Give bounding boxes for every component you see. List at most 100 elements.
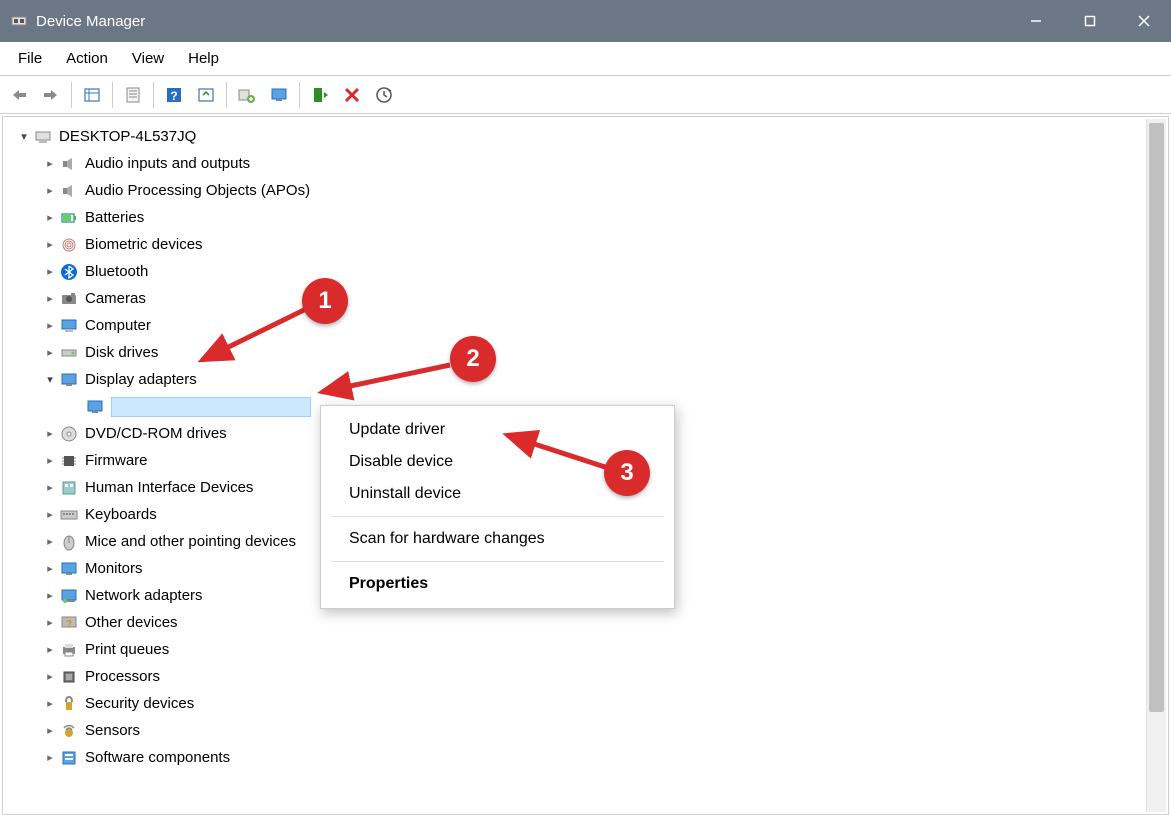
- camera-icon: [59, 289, 79, 309]
- tree-item-processors[interactable]: ▸Processors: [15, 663, 1168, 690]
- speaker-icon: [59, 154, 79, 174]
- root-label: DESKTOP-4L537JQ: [59, 128, 196, 145]
- ctx-update-driver[interactable]: Update driver: [321, 414, 674, 446]
- toolbar-separator: [299, 82, 300, 108]
- chevron-down-icon[interactable]: ▾: [41, 371, 59, 389]
- tree-item-label: Disk drives: [85, 344, 158, 361]
- chevron-down-icon[interactable]: ▾: [15, 128, 33, 146]
- vertical-scrollbar[interactable]: [1146, 119, 1166, 812]
- forward-button[interactable]: [36, 80, 66, 110]
- action-button[interactable]: [191, 80, 221, 110]
- software-icon: [59, 748, 79, 768]
- update-driver-button[interactable]: [232, 80, 262, 110]
- enable-button[interactable]: [305, 80, 335, 110]
- tree-item-print-queues[interactable]: ▸Print queues: [15, 636, 1168, 663]
- chevron-right-icon[interactable]: ▸: [41, 317, 59, 335]
- uninstall-button[interactable]: [337, 80, 367, 110]
- chevron-right-icon[interactable]: ▸: [41, 668, 59, 686]
- tree-item-biometric-devices[interactable]: ▸ Biometric devices: [15, 231, 1168, 258]
- chevron-right-icon[interactable]: ▸: [41, 290, 59, 308]
- tree-item-label: Security devices: [85, 695, 194, 712]
- tree-item-batteries[interactable]: ▸ Batteries: [15, 204, 1168, 231]
- chevron-right-icon[interactable]: ▸: [41, 587, 59, 605]
- sensor-icon: [59, 721, 79, 741]
- tree-item-audio-inputs-and-outputs[interactable]: ▸ Audio inputs and outputs: [15, 150, 1168, 177]
- tree-item-label: Audio inputs and outputs: [85, 155, 250, 172]
- show-hidden-button[interactable]: [77, 80, 107, 110]
- context-menu: Update driver Disable device Uninstall d…: [320, 405, 675, 609]
- tree-item-label: Audio Processing Objects (APOs): [85, 182, 310, 199]
- cpu-icon: [59, 667, 79, 687]
- ctx-scan-hardware[interactable]: Scan for hardware changes: [321, 523, 674, 555]
- selected-device-label: [111, 397, 311, 417]
- toolbar-separator: [71, 82, 72, 108]
- scan-button[interactable]: [369, 80, 399, 110]
- network-icon: [59, 586, 79, 606]
- help-button[interactable]: ?: [159, 80, 189, 110]
- chevron-right-icon[interactable]: ▸: [41, 506, 59, 524]
- chevron-right-icon[interactable]: ▸: [41, 560, 59, 578]
- bluetooth-icon: [59, 262, 79, 282]
- menubar: File Action View Help: [0, 42, 1171, 76]
- tree-item-label: Computer: [85, 317, 151, 334]
- tree-item-label: Bluetooth: [85, 263, 148, 280]
- menu-file[interactable]: File: [6, 44, 54, 73]
- tree-item-cameras[interactable]: ▸Cameras: [15, 285, 1168, 312]
- tree-item-label: Other devices: [85, 614, 178, 631]
- disable-button[interactable]: [264, 80, 294, 110]
- tree-item-audio-processing-objects-apos-[interactable]: ▸ Audio Processing Objects (APOs): [15, 177, 1168, 204]
- mouse-icon: [59, 532, 79, 552]
- chevron-right-icon[interactable]: ▸: [41, 344, 59, 362]
- toolbar-separator: [112, 82, 113, 108]
- chevron-right-icon[interactable]: ▸: [41, 155, 59, 173]
- tree-item-other-devices[interactable]: ▸? Other devices: [15, 609, 1168, 636]
- maximize-button[interactable]: [1063, 0, 1117, 42]
- chevron-right-icon[interactable]: ▸: [41, 479, 59, 497]
- chevron-right-icon[interactable]: ▸: [41, 236, 59, 254]
- annotation-badge-1: 1: [302, 278, 348, 324]
- minimize-button[interactable]: [1009, 0, 1063, 42]
- tree-item-display-adapters[interactable]: ▾ Display adapters: [15, 366, 1168, 393]
- svg-text:?: ?: [66, 619, 72, 630]
- chevron-right-icon[interactable]: ▸: [41, 614, 59, 632]
- chevron-right-icon[interactable]: ▸: [41, 533, 59, 551]
- tree-item-software-components[interactable]: ▸Software components: [15, 744, 1168, 771]
- chevron-right-icon[interactable]: ▸: [41, 182, 59, 200]
- tree-item-disk-drives[interactable]: ▸ Disk drives: [15, 339, 1168, 366]
- menu-action[interactable]: Action: [54, 44, 120, 73]
- annotation-badge-2: 2: [450, 336, 496, 382]
- close-button[interactable]: [1117, 0, 1171, 42]
- tree-item-label: Batteries: [85, 209, 144, 226]
- chevron-right-icon[interactable]: ▸: [41, 425, 59, 443]
- chevron-right-icon[interactable]: ▸: [41, 722, 59, 740]
- display-icon: [59, 370, 79, 390]
- display-icon: [59, 559, 79, 579]
- chevron-right-icon[interactable]: ▸: [41, 749, 59, 767]
- titlebar: Device Manager: [0, 0, 1171, 42]
- svg-text:?: ?: [170, 89, 177, 103]
- ctx-properties[interactable]: Properties: [321, 568, 674, 600]
- tree-item-label: Display adapters: [85, 371, 197, 388]
- menu-help[interactable]: Help: [176, 44, 231, 73]
- tree-item-computer[interactable]: ▸ Computer: [15, 312, 1168, 339]
- chevron-right-icon[interactable]: ▸: [41, 452, 59, 470]
- chevron-right-icon[interactable]: ▸: [41, 263, 59, 281]
- unknown-icon: ?: [59, 613, 79, 633]
- tree-item-label: Mice and other pointing devices: [85, 533, 296, 550]
- chevron-right-icon[interactable]: ▸: [41, 695, 59, 713]
- tree-item-label: Biometric devices: [85, 236, 203, 253]
- scrollbar-thumb[interactable]: [1149, 123, 1164, 712]
- tree-item-security-devices[interactable]: ▸ Security devices: [15, 690, 1168, 717]
- chevron-right-icon[interactable]: ▸: [41, 641, 59, 659]
- fingerprint-icon: [59, 235, 79, 255]
- back-button[interactable]: [4, 80, 34, 110]
- tree-root[interactable]: ▾ DESKTOP-4L537JQ: [15, 123, 1168, 150]
- tree-item-bluetooth[interactable]: ▸ Bluetooth: [15, 258, 1168, 285]
- properties-button[interactable]: [118, 80, 148, 110]
- menu-view[interactable]: View: [120, 44, 176, 73]
- tree-item-label: DVD/CD-ROM drives: [85, 425, 227, 442]
- tree-item-sensors[interactable]: ▸Sensors: [15, 717, 1168, 744]
- tree-item-label: Human Interface Devices: [85, 479, 253, 496]
- disk-icon: [59, 343, 79, 363]
- chevron-right-icon[interactable]: ▸: [41, 209, 59, 227]
